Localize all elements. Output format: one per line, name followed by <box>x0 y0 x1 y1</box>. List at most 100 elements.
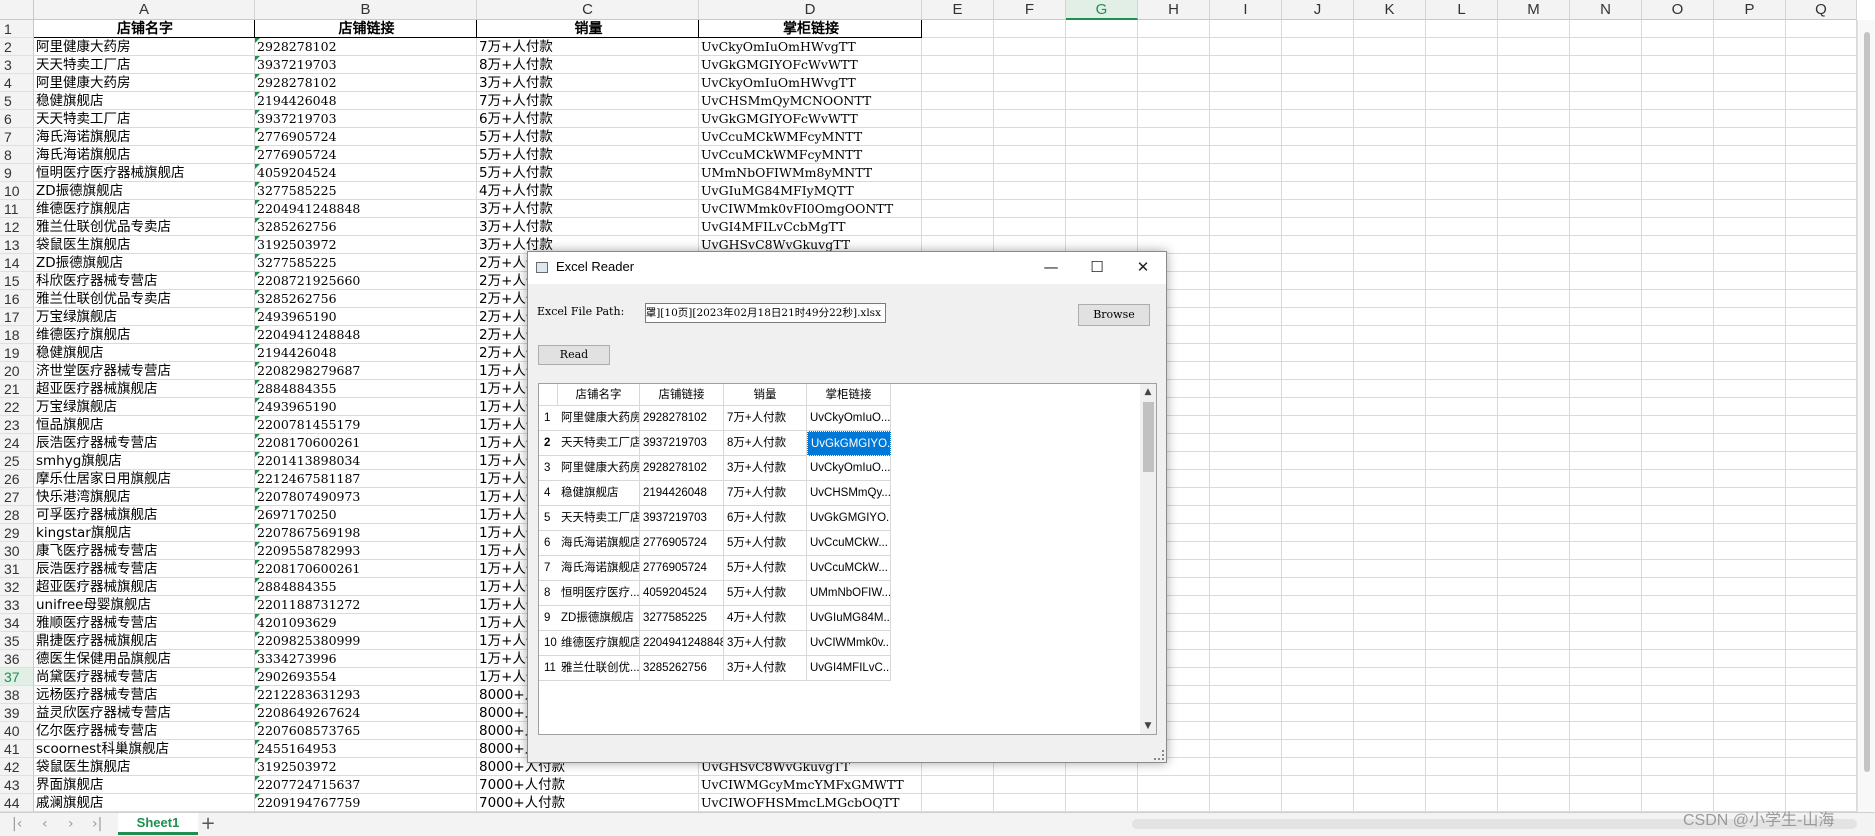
sheet-cell[interactable] <box>1426 596 1498 614</box>
column-header-d[interactable]: D <box>699 0 922 20</box>
table-cell[interactable]: 5万+人付款 <box>724 581 807 606</box>
sheet-cell[interactable] <box>1714 434 1786 452</box>
sheet-cell[interactable]: 稳健旗舰店 <box>34 344 255 362</box>
sheet-cell[interactable] <box>1210 182 1282 200</box>
sheet-cell[interactable]: 袋鼠医生旗舰店 <box>34 758 255 776</box>
row-number[interactable]: 29 <box>0 524 34 542</box>
sheet-cell[interactable] <box>1714 740 1786 758</box>
sheet-cell[interactable] <box>1210 146 1282 164</box>
sheet-cell[interactable] <box>1642 56 1714 74</box>
sheet-cell[interactable] <box>1210 794 1282 812</box>
sheet-cell[interactable]: 恒明医疗医疗器械旗舰店 <box>34 164 255 182</box>
table-vertical-scrollbar[interactable]: ▲ ▼ <box>1140 384 1156 734</box>
sheet-cell[interactable]: 海氏海诺旗舰店 <box>34 128 255 146</box>
sheet-cell[interactable] <box>1282 560 1354 578</box>
sheet-cell[interactable] <box>1642 542 1714 560</box>
table-cell[interactable]: 5万+人付款 <box>724 556 807 581</box>
sheet-cell[interactable]: ZD振德旗舰店 <box>34 182 255 200</box>
sheet-cell[interactable]: 天天特卖工厂店 <box>34 110 255 128</box>
sheet-cell[interactable] <box>1354 56 1426 74</box>
sheet-cell[interactable]: 鼎捷医疗器械旗舰店 <box>34 632 255 650</box>
row-number[interactable]: 31 <box>0 560 34 578</box>
data-table[interactable]: 店铺名字 店铺链接 销量 掌柜链接 1 阿里健康大药房 2928278102 7万+人付款 U… <box>538 383 1157 735</box>
sheet-cell[interactable]: 2493965190 <box>255 308 477 326</box>
column-header-o[interactable]: O <box>1642 0 1714 20</box>
resize-grip-icon[interactable] <box>1154 750 1164 760</box>
sheet-cell[interactable] <box>1786 758 1857 776</box>
last-sheet-icon[interactable]: ›| <box>92 816 102 832</box>
sheet-cell[interactable]: 3万+人付款 <box>477 74 699 92</box>
row-number[interactable]: 25 <box>0 452 34 470</box>
sheet-cell[interactable] <box>1786 722 1857 740</box>
sheet-cell[interactable] <box>1570 416 1642 434</box>
sheet-cell[interactable] <box>1642 380 1714 398</box>
row-number[interactable]: 8 <box>0 146 34 164</box>
sheet-cell[interactable]: 3万+人付款 <box>477 218 699 236</box>
sheet-cell[interactable] <box>1282 164 1354 182</box>
sheet-cell[interactable]: unifree母婴旗舰店 <box>34 596 255 614</box>
column-header-q[interactable]: Q <box>1786 0 1857 20</box>
sheet-cell[interactable] <box>1426 776 1498 794</box>
sheet-cell[interactable] <box>1354 542 1426 560</box>
row-number[interactable]: 22 <box>0 398 34 416</box>
sheet-cell[interactable] <box>1714 632 1786 650</box>
sheet-cell[interactable] <box>1426 236 1498 254</box>
sheet-cell[interactable] <box>1714 128 1786 146</box>
sheet-cell[interactable] <box>1210 740 1282 758</box>
sheet-cell[interactable] <box>1570 200 1642 218</box>
table-column-header[interactable]: 掌柜链接 <box>807 384 891 406</box>
table-cell[interactable]: 天天特卖工厂店 <box>558 506 640 531</box>
row-number[interactable]: 33 <box>0 596 34 614</box>
table-scroll-thumb[interactable] <box>1143 402 1154 472</box>
sheet-cell[interactable] <box>1642 668 1714 686</box>
sheet-cell[interactable] <box>1498 596 1570 614</box>
sheet-cell[interactable] <box>1066 164 1138 182</box>
sheet-cell[interactable]: 4201093629 <box>255 614 477 632</box>
sheet-cell[interactable] <box>1642 344 1714 362</box>
header-cell[interactable] <box>1498 20 1570 38</box>
sheet-cell[interactable]: 3277585225 <box>255 254 477 272</box>
sheet-cell[interactable] <box>1210 488 1282 506</box>
sheet-cell[interactable] <box>1714 452 1786 470</box>
sheet-cell[interactable] <box>1426 146 1498 164</box>
table-cell[interactable]: UvGIuMG84M... <box>807 606 891 631</box>
sheet-cell[interactable] <box>1570 488 1642 506</box>
sheet-cell[interactable] <box>1786 380 1857 398</box>
sheet-cell[interactable] <box>1210 416 1282 434</box>
sheet-cell[interactable] <box>1354 560 1426 578</box>
sheet-cell[interactable] <box>1642 362 1714 380</box>
column-header-l[interactable]: L <box>1426 0 1498 20</box>
maximize-button[interactable]: ☐ <box>1074 252 1120 284</box>
column-header-i[interactable]: I <box>1210 0 1282 20</box>
sheet-cell[interactable] <box>1786 416 1857 434</box>
sheet-cell[interactable] <box>1642 758 1714 776</box>
sheet-cell[interactable] <box>1714 578 1786 596</box>
sheet-cell[interactable] <box>1498 128 1570 146</box>
sheet-cell[interactable] <box>1570 398 1642 416</box>
table-cell[interactable]: 3万+人付款 <box>724 456 807 481</box>
row-number[interactable]: 26 <box>0 470 34 488</box>
sheet-cell[interactable]: UvGkGMGIYOFcWvWTT <box>699 56 922 74</box>
sheet-cell[interactable] <box>1282 614 1354 632</box>
sheet-vertical-scrollbar[interactable] <box>1857 20 1875 812</box>
sheet-cell[interactable] <box>1642 74 1714 92</box>
sheet-cell[interactable] <box>1786 308 1857 326</box>
sheet-cell[interactable]: 7万+人付款 <box>477 92 699 110</box>
sheet-cell[interactable]: 可孚医疗器械旗舰店 <box>34 506 255 524</box>
sheet-cell[interactable] <box>1138 74 1210 92</box>
sheet-cell[interactable] <box>1282 398 1354 416</box>
sheet-cell[interactable] <box>1786 632 1857 650</box>
table-cell[interactable]: 2194426048 <box>640 481 724 506</box>
sheet-cell[interactable] <box>1354 596 1426 614</box>
sheet-cell[interactable] <box>1570 110 1642 128</box>
sheet-cell[interactable] <box>1210 668 1282 686</box>
sheet-cell[interactable] <box>1570 182 1642 200</box>
row-number[interactable]: 16 <box>0 290 34 308</box>
sheet-cell[interactable] <box>1426 722 1498 740</box>
sheet-cell[interactable] <box>1642 110 1714 128</box>
sheet-cell[interactable] <box>1282 668 1354 686</box>
sheet-cell[interactable]: 2884884355 <box>255 380 477 398</box>
sheet-cell[interactable] <box>1642 578 1714 596</box>
sheet-cell[interactable] <box>922 218 994 236</box>
sheet-cell[interactable] <box>1426 218 1498 236</box>
